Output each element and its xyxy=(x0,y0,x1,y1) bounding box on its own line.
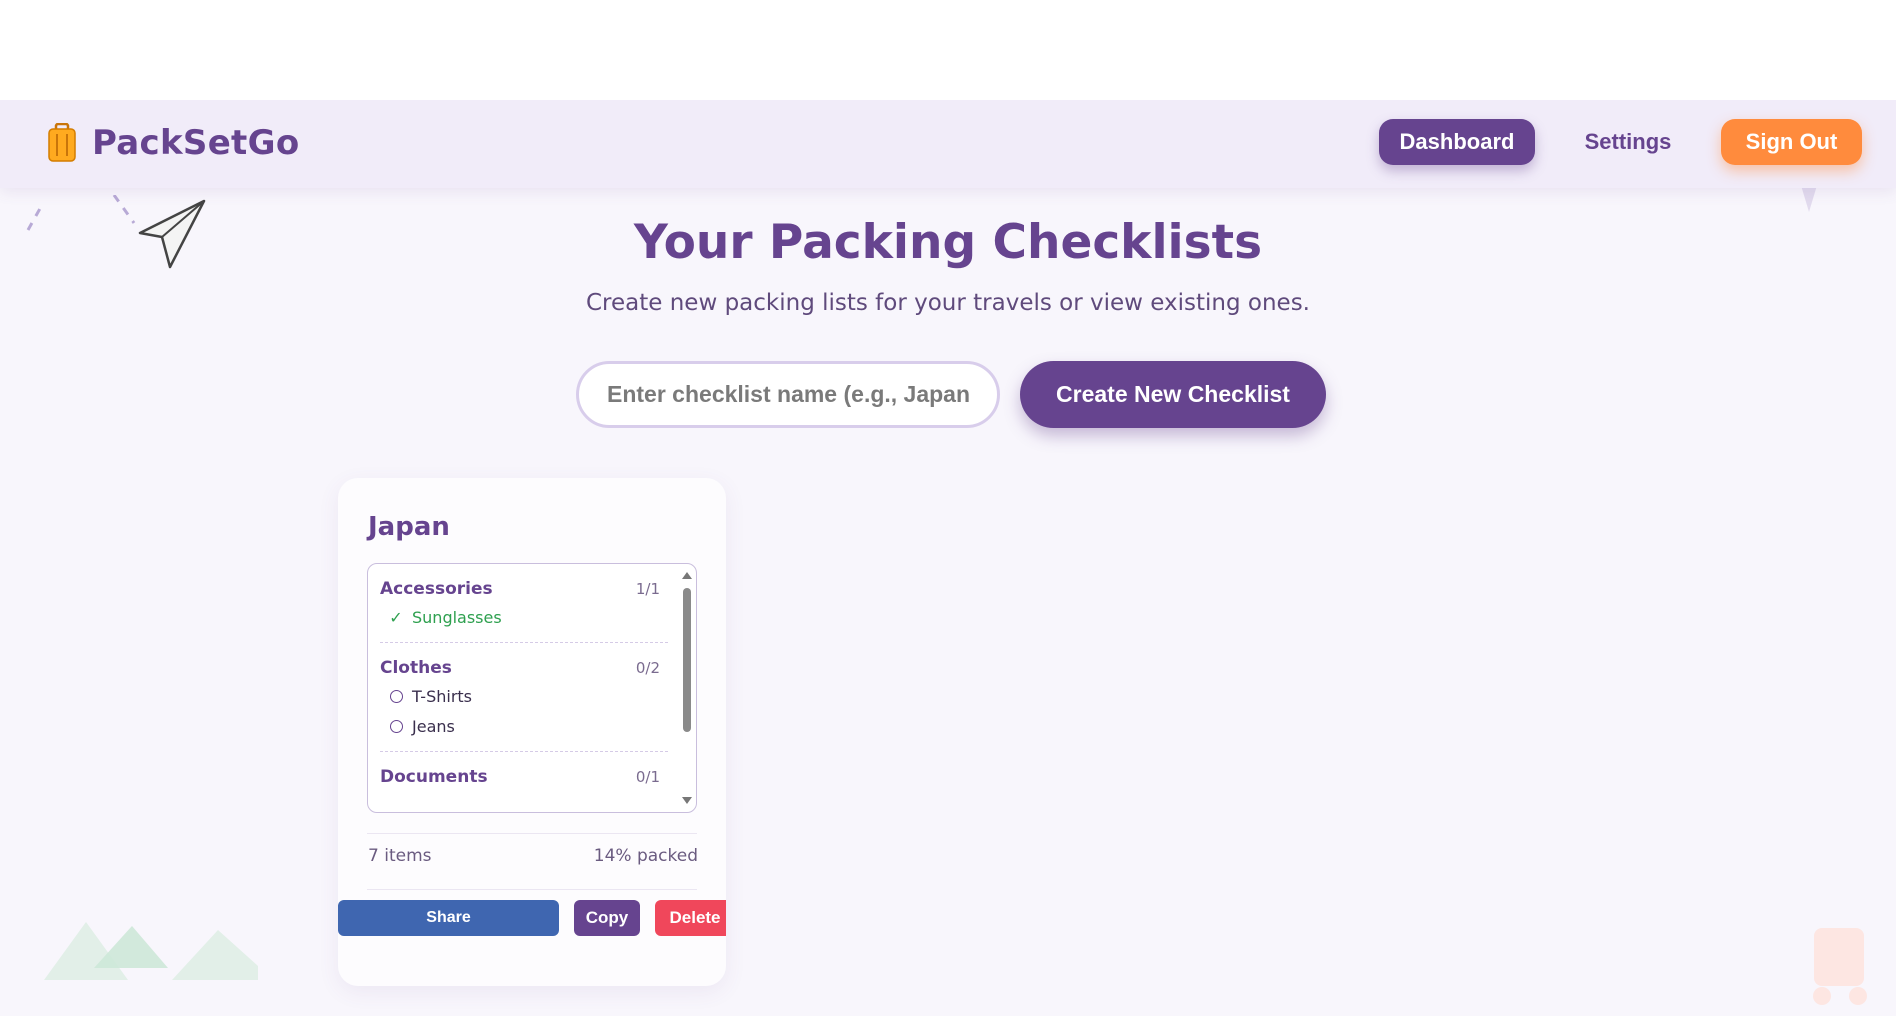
category-name: Accessories xyxy=(380,579,493,599)
item-label: T-Shirts xyxy=(412,686,473,706)
mountains-decoration xyxy=(44,922,258,980)
checklist-items-scroll[interactable]: Accessories 1/1 ✓ Sunglasses Clothes 0/2 xyxy=(367,563,697,813)
category-count: 1/1 xyxy=(635,580,660,598)
checkmark-icon: ✓ xyxy=(389,607,403,627)
category-count: 0/1 xyxy=(635,768,660,786)
category-name: Documents xyxy=(380,767,488,787)
app-name: PackSetGo xyxy=(92,123,300,163)
item-label: Sunglasses xyxy=(412,607,502,627)
delete-button[interactable]: Delete xyxy=(655,900,726,936)
packed-percentage: 14% packed xyxy=(593,846,698,866)
category-accessories: Accessories 1/1 ✓ Sunglasses xyxy=(380,576,668,643)
checklist-name-input[interactable] xyxy=(576,361,1000,428)
luggage-decoration xyxy=(1813,928,1867,1005)
divider xyxy=(367,889,697,890)
sign-out-button[interactable]: Sign Out xyxy=(1721,119,1862,165)
top-navbar: PackSetGo Dashboard Settings Sign Out xyxy=(0,100,1896,188)
scroll-down-arrow-icon[interactable] xyxy=(681,796,693,806)
category-clothes: Clothes 0/2 T-Shirts Jeans xyxy=(380,655,668,752)
items-count: 7 items xyxy=(368,846,432,866)
category-count: 0/2 xyxy=(635,659,660,677)
page-title: Your Packing Checklists xyxy=(633,215,1263,270)
scrollbar[interactable] xyxy=(681,568,693,808)
dashboard-button[interactable]: Dashboard xyxy=(1379,119,1535,165)
list-item[interactable]: T-Shirts xyxy=(380,681,668,711)
copy-button[interactable]: Copy xyxy=(574,900,640,936)
share-button[interactable]: Share xyxy=(338,900,559,936)
suitcase-icon xyxy=(48,123,76,162)
scrollbar-thumb[interactable] xyxy=(683,588,691,732)
scroll-up-arrow-icon[interactable] xyxy=(681,570,693,580)
create-checklist-form: Create New Checklist xyxy=(576,361,1326,428)
category-documents: Documents 0/1 xyxy=(380,764,668,790)
category-name: Clothes xyxy=(380,658,452,678)
checklist-card: Japan Accessories 1/1 ✓ Sunglasses Cloth… xyxy=(338,478,726,986)
circle-icon xyxy=(390,689,403,703)
settings-button[interactable]: Settings xyxy=(1568,119,1688,165)
checklist-title[interactable]: Japan xyxy=(368,512,450,542)
circle-icon xyxy=(390,719,403,733)
list-item[interactable]: ✓ Sunglasses xyxy=(380,602,668,632)
page-subtitle: Create new packing lists for your travel… xyxy=(585,290,1310,316)
list-item[interactable]: Jeans xyxy=(380,711,668,741)
checklist-stats: 7 items 14% packed xyxy=(368,846,698,866)
divider xyxy=(367,833,697,834)
create-checklist-button[interactable]: Create New Checklist xyxy=(1020,361,1326,428)
app-logo[interactable]: PackSetGo xyxy=(46,118,299,168)
item-label: Jeans xyxy=(412,716,455,736)
page: PackSetGo Dashboard Settings Sign Out Yo… xyxy=(0,100,1896,1016)
